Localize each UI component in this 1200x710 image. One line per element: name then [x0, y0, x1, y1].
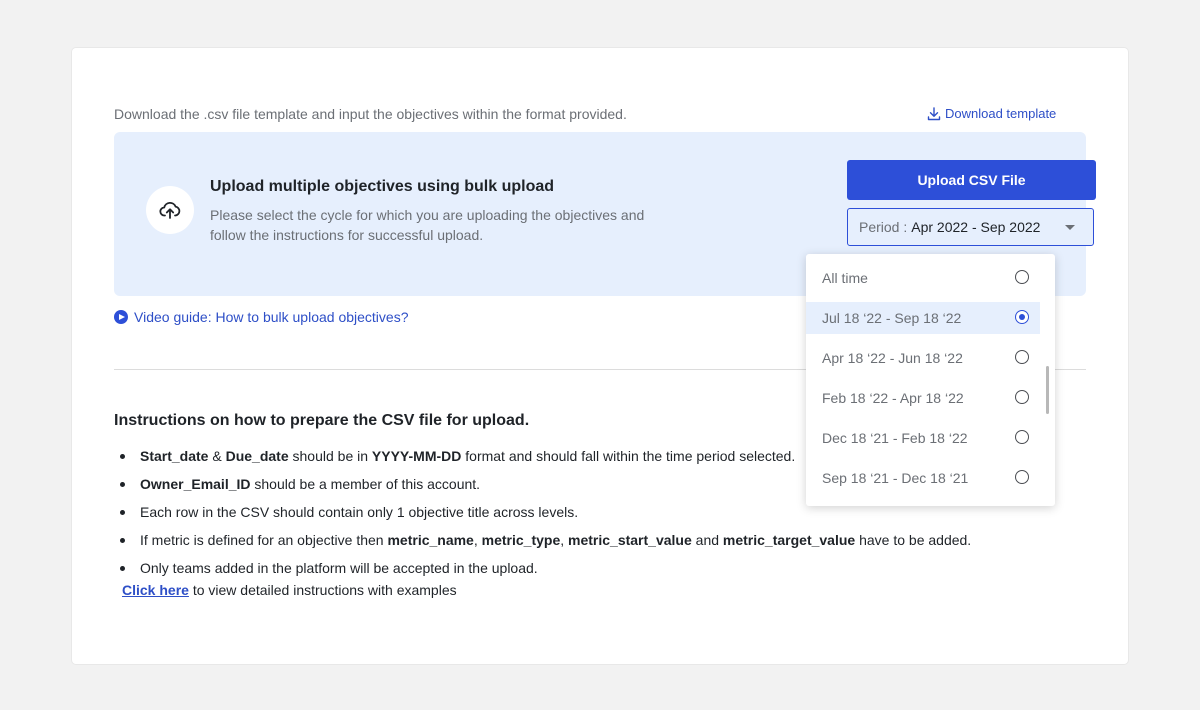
option-label: Dec 18 ‘21 - Feb 18 ‘22	[822, 430, 968, 446]
period-select[interactable]: Period : Apr 2022 - Sep 2022	[847, 208, 1094, 246]
option-label: Feb 18 ‘22 - Apr 18 ‘22	[822, 390, 964, 406]
field-name: metric_type	[481, 532, 561, 548]
period-option-all-time[interactable]: All time	[806, 262, 1040, 294]
dropdown-scrollbar[interactable]	[1046, 366, 1049, 414]
list-text: Each row in the CSV should contain only …	[140, 504, 579, 520]
list-item: If metric is defined for an objective th…	[114, 526, 971, 554]
period-value: Apr 2022 - Sep 2022	[911, 219, 1041, 235]
list-text: have to be added.	[855, 532, 972, 548]
upload-csv-button[interactable]: Upload CSV File	[847, 160, 1096, 200]
option-label: All time	[822, 270, 868, 286]
option-label: Sep 18 ‘21 - Dec 18 ‘21	[822, 470, 969, 486]
period-option-apr-jun-22[interactable]: Apr 18 ‘22 - Jun 18 ‘22	[806, 342, 1040, 374]
field-name: Due_date	[225, 448, 289, 464]
list-text: If metric is defined for an objective th…	[140, 532, 388, 548]
period-option-dec-feb-22[interactable]: Dec 18 ‘21 - Feb 18 ‘22	[806, 422, 1040, 454]
radio-icon[interactable]	[1015, 430, 1029, 444]
list-text: should be in	[288, 448, 372, 464]
download-icon	[927, 106, 941, 121]
list-text: ,	[560, 532, 569, 548]
period-option-jul-sep-22[interactable]: Jul 18 ‘22 - Sep 18 ‘22	[806, 302, 1040, 334]
field-name: metric_target_value	[722, 532, 856, 548]
format-name: YYYY-MM-DD	[371, 448, 462, 464]
option-label: Jul 18 ‘22 - Sep 18 ‘22	[822, 310, 962, 326]
list-text: &	[208, 448, 226, 464]
video-guide-link[interactable]: Video guide: How to bulk upload objectiv…	[114, 309, 408, 325]
period-option-sep-dec-21[interactable]: Sep 18 ‘21 - Dec 18 ‘21	[806, 462, 1040, 494]
field-name: Start_date	[140, 448, 209, 464]
option-label: Apr 18 ‘22 - Jun 18 ‘22	[822, 350, 963, 366]
list-text: and	[691, 532, 723, 548]
field-name: Owner_Email_ID	[140, 476, 251, 492]
caret-down-icon	[1065, 225, 1075, 230]
intro-text: Download the .csv file template and inpu…	[114, 106, 627, 122]
click-here-suffix: to view detailed instructions with examp…	[188, 582, 457, 598]
field-name: metric_start_value	[568, 532, 692, 548]
list-text: should be a member of this account.	[250, 476, 481, 492]
field-name: metric_name	[387, 532, 474, 548]
play-circle-icon	[114, 310, 128, 324]
click-here-link[interactable]: Click here	[122, 582, 189, 598]
upload-description: Please select the cycle for which you ar…	[210, 207, 645, 243]
period-dropdown-menu: All time Jul 18 ‘22 - Sep 18 ‘22 Apr 18 …	[806, 254, 1055, 506]
download-template-link[interactable]: Download template	[927, 106, 1056, 121]
video-guide-label: Video guide: How to bulk upload objectiv…	[134, 309, 409, 325]
cloud-upload-icon	[146, 186, 194, 234]
period-option-feb-apr-22[interactable]: Feb 18 ‘22 - Apr 18 ‘22	[806, 382, 1040, 414]
download-template-label: Download template	[945, 106, 1057, 121]
detailed-instructions-line: Click here to view detailed instructions…	[122, 582, 457, 598]
radio-icon[interactable]	[1015, 270, 1029, 284]
instructions-title: Instructions on how to prepare the CSV f…	[114, 412, 530, 429]
radio-icon[interactable]	[1015, 350, 1029, 364]
radio-icon[interactable]	[1015, 390, 1029, 404]
list-text: ,	[473, 532, 482, 548]
list-item: Only teams added in the platform will be…	[114, 554, 971, 582]
period-label: Period :	[859, 219, 908, 235]
radio-icon[interactable]	[1015, 470, 1029, 484]
list-text: format and should fall within the time p…	[461, 448, 796, 464]
radio-selected-icon[interactable]	[1015, 310, 1029, 324]
list-text: Only teams added in the platform will be…	[140, 560, 538, 576]
upload-title: Upload multiple objectives using bulk up…	[210, 178, 555, 195]
